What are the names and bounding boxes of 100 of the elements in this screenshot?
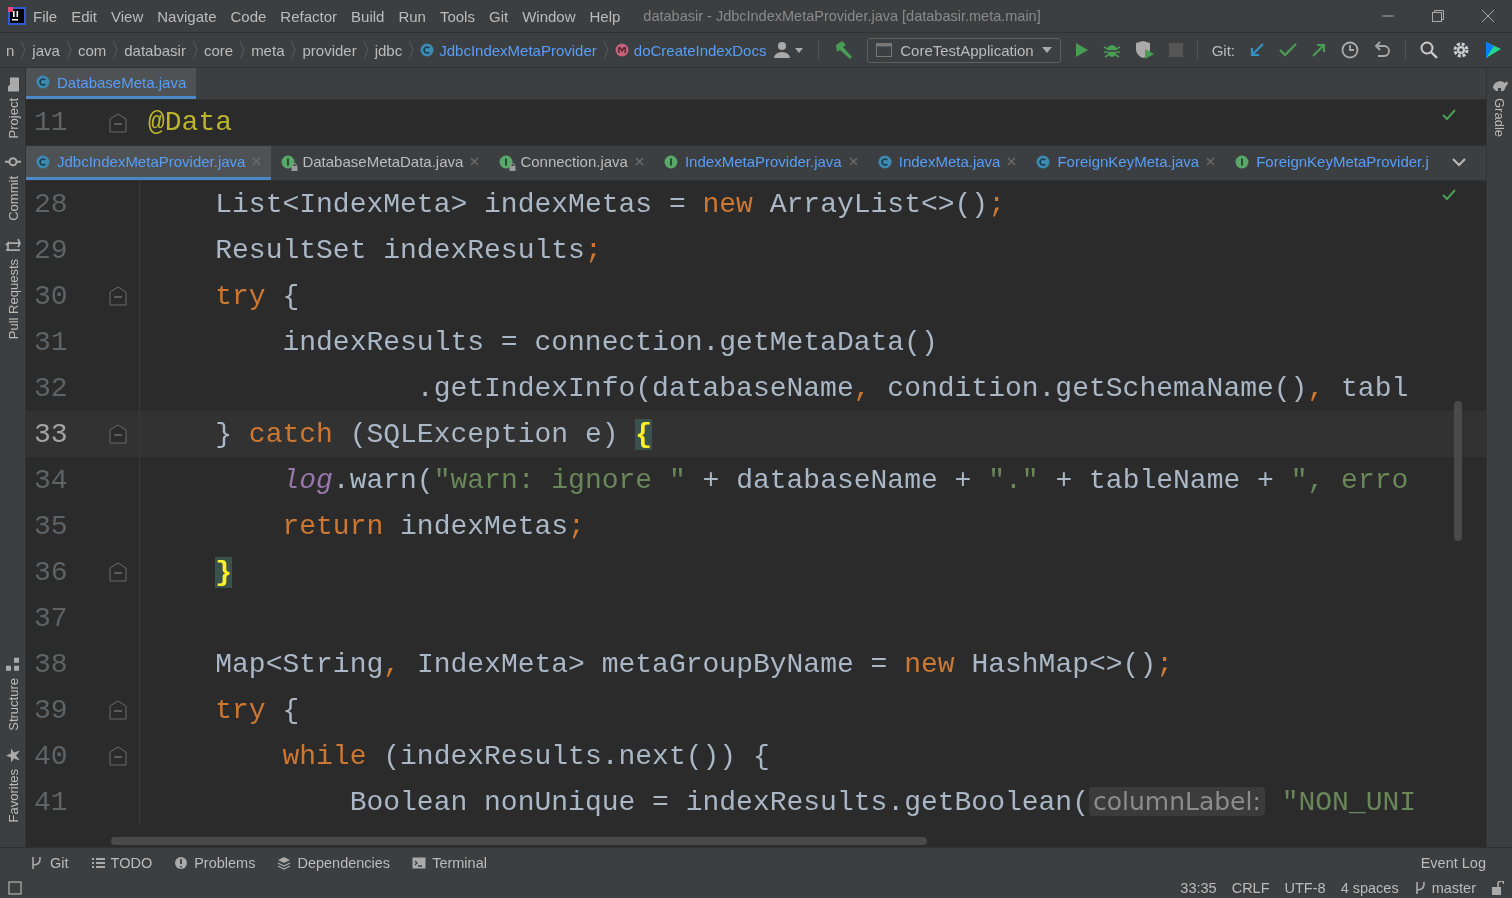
breadcrumb[interactable]: core — [197, 41, 240, 59]
close-icon[interactable] — [470, 157, 480, 166]
breadcrumb[interactable]: java — [26, 41, 66, 59]
line-separator[interactable]: CRLF — [1231, 880, 1270, 896]
tool-window-button[interactable]: TODO — [90, 855, 153, 871]
hammer-icon[interactable] — [833, 40, 854, 60]
run-configuration-dropdown[interactable]: CoreTestApplication — [867, 37, 1061, 63]
update-arrow-icon[interactable] — [1249, 42, 1265, 58]
tool-window-button[interactable]: Pull Requests — [4, 229, 21, 348]
breadcrumb[interactable]: JdbcIndexMetaProvider — [414, 41, 603, 59]
breadcrumb[interactable]: n — [0, 41, 21, 59]
code-line: } catch (SQLException e) { — [214, 418, 653, 450]
run-icon[interactable] — [1074, 42, 1089, 58]
line-number: 39 — [33, 694, 69, 726]
editor-tab[interactable]: ForeignKeyMetaProvider.j — [1225, 146, 1439, 180]
menu-item[interactable]: Navigate — [150, 7, 224, 25]
fold-marker-icon[interactable] — [109, 112, 127, 133]
editor-tab[interactable]: ForeignKeyMeta.java — [1026, 146, 1226, 180]
editor-tab[interactable]: DatabaseMetaData.java — [271, 146, 490, 180]
star-icon — [4, 746, 21, 763]
lock-icon — [509, 162, 517, 171]
tool-window-label: Gradle — [1492, 98, 1507, 138]
tool-window-button[interactable]: Commit — [4, 146, 21, 230]
branch-icon — [1413, 881, 1426, 895]
tool-window-button[interactable]: Git — [30, 855, 69, 871]
line-number: 34 — [33, 464, 69, 496]
tool-window-button[interactable]: Event Log — [1420, 855, 1486, 871]
undo-icon[interactable] — [1373, 41, 1391, 59]
tool-window-button[interactable]: Structure — [4, 648, 21, 739]
tab-list-caret-icon[interactable] — [1452, 158, 1466, 168]
restore-icon[interactable] — [1432, 10, 1444, 22]
pull-request-icon — [4, 237, 21, 254]
lock-icon[interactable] — [1491, 881, 1504, 895]
close-icon[interactable] — [1482, 10, 1494, 22]
search-icon[interactable] — [1420, 41, 1438, 59]
horizontal-scrollbar[interactable] — [111, 837, 927, 845]
window-title: databasir - JdbcIndexMetaProvider.java [databasir.meta.main] — [643, 8, 1042, 24]
tool-window-button[interactable]: Gradle — [1491, 68, 1508, 146]
vertical-scrollbar[interactable] — [1454, 401, 1462, 541]
class-icon — [420, 43, 435, 57]
file-encoding[interactable]: UTF-8 — [1284, 880, 1326, 896]
class-icon — [36, 154, 50, 169]
close-icon[interactable] — [848, 157, 858, 166]
breadcrumb[interactable]: provider — [296, 41, 363, 59]
menu-item[interactable]: File — [26, 7, 65, 25]
tool-window-button[interactable]: Dependencies — [277, 855, 391, 871]
caret-position[interactable]: 33:35 — [1180, 880, 1217, 896]
git-branch[interactable]: master — [1413, 880, 1476, 896]
menu-item[interactable]: Build — [344, 7, 392, 25]
breadcrumb[interactable]: meta — [245, 41, 291, 59]
interface-icon — [281, 154, 296, 169]
menu-item[interactable]: View — [104, 7, 151, 25]
tool-window-button[interactable]: Favorites — [4, 738, 21, 831]
interface-icon — [499, 154, 514, 169]
editor-tab[interactable]: Connection.java — [489, 146, 654, 180]
editor-tab[interactable]: IndexMeta.java — [867, 146, 1027, 180]
close-icon[interactable] — [1206, 157, 1216, 166]
menu-item[interactable]: Tools — [432, 7, 482, 25]
close-icon[interactable] — [634, 157, 644, 166]
user-icon[interactable] — [774, 41, 805, 59]
coverage-icon[interactable] — [1134, 41, 1155, 59]
line-number: 40 — [33, 740, 69, 772]
tool-window-button[interactable]: Terminal — [412, 855, 487, 871]
caret-icon — [1041, 47, 1052, 53]
line-number: 35 — [33, 510, 69, 542]
menu-item[interactable]: Run — [391, 7, 433, 25]
menu-item[interactable]: Refactor — [273, 7, 345, 25]
checkmark-icon[interactable] — [1279, 43, 1297, 57]
indent-setting[interactable]: 4 spaces — [1340, 880, 1399, 896]
tool-window-button[interactable]: Project — [4, 68, 21, 147]
menu-item[interactable]: Git — [481, 7, 516, 25]
logo-icon[interactable] — [1484, 41, 1502, 59]
breadcrumb[interactable]: databasir — [118, 41, 192, 59]
breadcrumb[interactable]: com — [71, 41, 113, 59]
interface-icon — [663, 154, 678, 169]
structure-icon — [4, 656, 21, 673]
push-arrow-icon[interactable] — [1311, 42, 1327, 58]
menu-item[interactable]: Window — [515, 7, 583, 25]
menu-item[interactable]: Edit — [64, 7, 105, 25]
panel-toggle-icon[interactable] — [8, 881, 22, 895]
history-icon[interactable] — [1341, 41, 1359, 59]
menu-item[interactable]: Help — [582, 7, 628, 25]
fold-marker-icon[interactable] — [108, 562, 127, 582]
editor-tab[interactable]: IndexMetaProvider.java — [653, 146, 868, 180]
breadcrumb[interactable]: doCreateIndexDocs — [608, 41, 773, 59]
close-icon[interactable] — [1007, 157, 1017, 166]
breadcrumb[interactable]: jdbc — [368, 41, 409, 59]
list-icon — [90, 856, 105, 870]
fold-marker-icon[interactable] — [108, 424, 127, 444]
menu-item[interactable]: Code — [223, 7, 274, 25]
tool-window-button[interactable]: Problems — [174, 855, 256, 871]
fold-marker-icon[interactable] — [108, 700, 127, 720]
class-icon — [877, 154, 892, 169]
fold-marker-icon[interactable] — [108, 286, 127, 306]
settings-icon[interactable] — [1452, 41, 1470, 59]
editor-tab[interactable]: DatabaseMeta.java — [26, 68, 197, 99]
chevron-icon — [408, 40, 415, 60]
line-number: 32 — [33, 372, 69, 404]
editor-tab[interactable]: JdbcIndexMetaProvider.java — [26, 146, 272, 180]
fold-marker-icon[interactable] — [108, 746, 127, 766]
